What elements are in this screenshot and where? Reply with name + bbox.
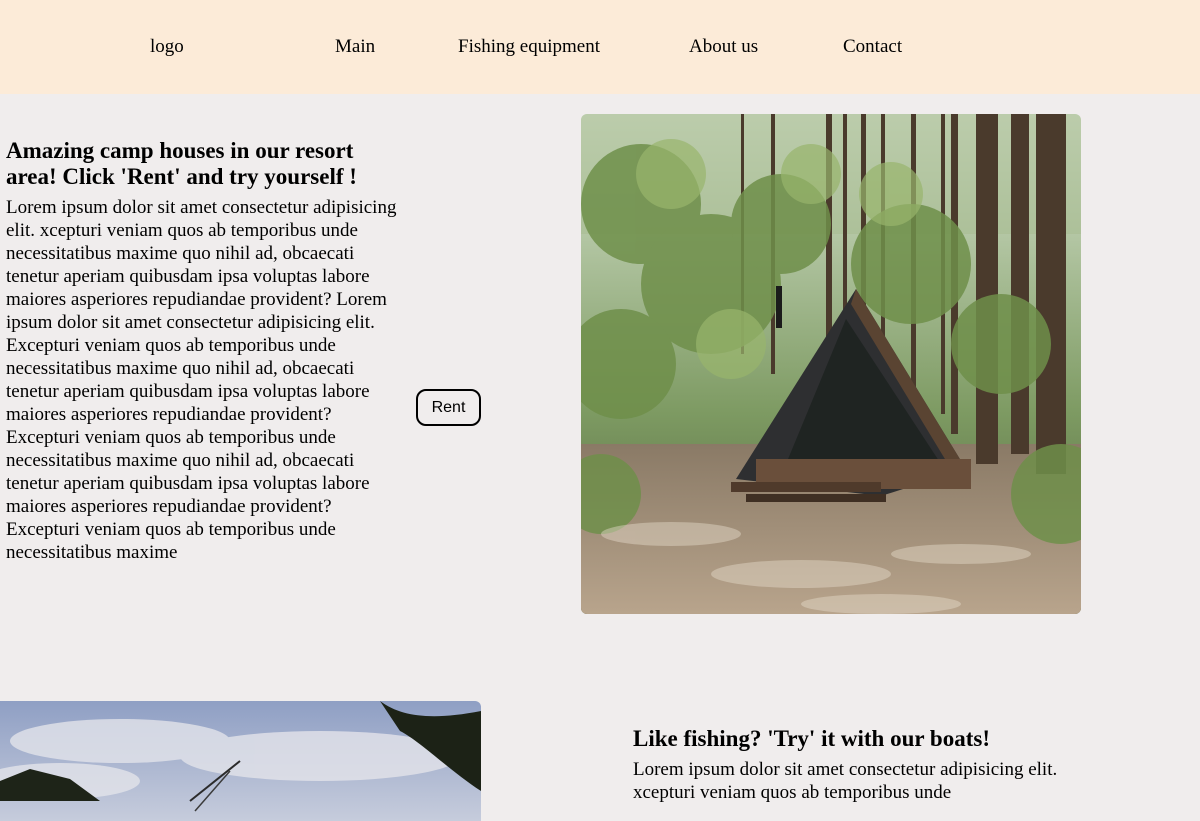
camp-section-body: Lorem ipsum dolor sit amet consectetur a… [6,197,397,563]
nav-contact[interactable]: Contact [843,35,902,59]
nav-about-us[interactable]: About us [689,35,758,59]
fishing-section-text: Like fishing? 'Try' it with our boats! L… [633,726,1063,804]
nav-main[interactable]: Main [335,35,375,59]
camp-section-text: Amazing camp houses in our resort area! … [6,138,398,564]
logo[interactable]: logo [150,35,184,59]
cabin-photo [581,114,1081,614]
site-header: logo Main Fishing equipment About us Con… [0,0,1200,94]
fishing-section-body: Lorem ipsum dolor sit amet consectetur a… [633,759,1058,803]
fishing-section-title: Like fishing? 'Try' it with our boats! [633,726,990,751]
rent-button[interactable]: Rent [416,389,481,426]
fishing-photo [0,701,481,821]
camp-section-title: Amazing camp houses in our resort area! … [6,138,357,189]
nav-fishing-equipment[interactable]: Fishing equipment [458,35,600,59]
